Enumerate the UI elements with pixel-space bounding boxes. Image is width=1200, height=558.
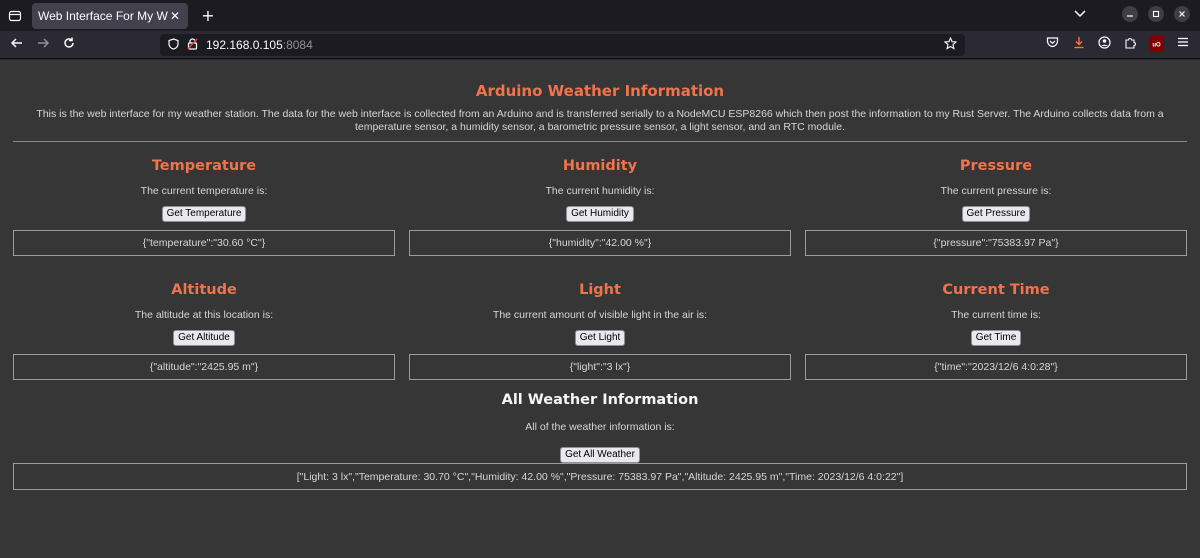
pressure-heading: Pressure: [959, 158, 1033, 174]
back-arrow-icon[interactable]: [4, 36, 30, 54]
light-section: Light The current amount of visible ligh…: [409, 282, 791, 380]
minimize-icon[interactable]: [1122, 6, 1138, 22]
humidity-output: {"humidity":"42.00 %"}: [409, 230, 791, 256]
reload-icon[interactable]: [56, 36, 82, 54]
time-output: {"time":"2023/12/6 4:0:28"}: [805, 354, 1187, 380]
pocket-icon[interactable]: [1045, 36, 1060, 52]
pressure-output: {"pressure":"75383.97 Pa"}: [805, 230, 1187, 256]
tab-bar: Web Interface For My Weath ✕ +: [0, 0, 1200, 31]
get-humidity-button[interactable]: Get Humidity: [566, 206, 634, 222]
current-time-heading: Current Time: [942, 282, 1050, 298]
svg-text:uO: uO: [1152, 43, 1161, 49]
intro-paragraph: This is the web interface for my weather…: [36, 108, 1164, 133]
get-pressure-button[interactable]: Get Pressure: [961, 206, 1031, 222]
url-host: 192.168.0.105: [206, 38, 283, 52]
temperature-output: {"temperature":"30.60 °C"}: [13, 230, 395, 256]
light-output: {"light":"3 lx"}: [409, 354, 791, 380]
maximize-icon[interactable]: [1148, 6, 1164, 22]
light-description: The current amount of visible light in t…: [492, 309, 708, 321]
insecure-lock-icon[interactable]: [187, 37, 198, 53]
temperature-description: The current temperature is:: [140, 185, 268, 197]
tab-overflow-chevron-icon[interactable]: [1074, 8, 1086, 21]
current-time-description: The current time is:: [951, 309, 1041, 321]
temperature-section: Temperature The current temperature is: …: [13, 158, 395, 256]
bookmark-star-icon[interactable]: [943, 36, 958, 54]
browser-tab[interactable]: Web Interface For My Weath ✕: [32, 2, 188, 29]
tab-title: Web Interface For My Weath: [38, 8, 168, 23]
get-temperature-button[interactable]: Get Temperature: [161, 206, 247, 222]
menu-hamburger-icon[interactable]: [1175, 36, 1190, 52]
humidity-heading: Humidity: [562, 158, 638, 174]
altitude-section: Altitude The altitude at this location i…: [13, 282, 395, 380]
pressure-section: Pressure The current pressure is: Get Pr…: [805, 158, 1187, 256]
humidity-description: The current humidity is:: [545, 185, 655, 197]
temperature-heading: Temperature: [151, 158, 257, 174]
current-time-section: Current Time The current time is: Get Ti…: [805, 282, 1187, 380]
account-icon[interactable]: [1097, 36, 1112, 52]
altitude-heading: Altitude: [171, 282, 237, 298]
navigation-bar: 192.168.0.105:8084 uO: [0, 31, 1200, 59]
tab-list-icon[interactable]: [2, 3, 28, 29]
all-weather-description: All of the weather information is:: [525, 421, 675, 433]
get-time-button[interactable]: Get Time: [970, 330, 1022, 346]
humidity-section: Humidity The current humidity is: Get Hu…: [409, 158, 791, 256]
altitude-output: {"altitude":"2425.95 m"}: [13, 354, 395, 380]
pressure-description: The current pressure is:: [940, 185, 1052, 197]
new-tab-button[interactable]: +: [198, 6, 218, 25]
downloads-icon[interactable]: [1071, 36, 1086, 52]
page-content: Arduino Weather Information This is the …: [0, 60, 1200, 558]
extensions-icon[interactable]: [1123, 36, 1138, 52]
forward-arrow-icon[interactable]: [30, 36, 56, 54]
page-title: Arduino Weather Information: [475, 82, 725, 100]
ublock-shield-icon[interactable]: uO: [1149, 36, 1164, 52]
get-all-weather-button[interactable]: Get All Weather: [560, 447, 640, 463]
horizontal-divider: [13, 141, 1187, 142]
url-port: :8084: [282, 38, 313, 52]
altitude-description: The altitude at this location is:: [134, 309, 274, 321]
all-weather-output: ["Light: 3 lx","Temperature: 30.70 °C","…: [13, 463, 1187, 490]
tab-close-icon[interactable]: ✕: [168, 9, 182, 23]
window-controls: [1074, 6, 1190, 22]
get-altitude-button[interactable]: Get Altitude: [173, 330, 235, 346]
get-light-button[interactable]: Get Light: [574, 330, 626, 346]
shield-icon[interactable]: [168, 37, 179, 53]
close-window-icon[interactable]: [1174, 6, 1190, 22]
all-weather-button-wrap: Get All Weather: [0, 442, 1200, 463]
url-bar[interactable]: 192.168.0.105:8084: [160, 34, 965, 56]
toolbar-icons: uO: [1045, 36, 1190, 52]
all-weather-heading: All Weather Information: [501, 392, 699, 408]
light-heading: Light: [579, 282, 621, 298]
